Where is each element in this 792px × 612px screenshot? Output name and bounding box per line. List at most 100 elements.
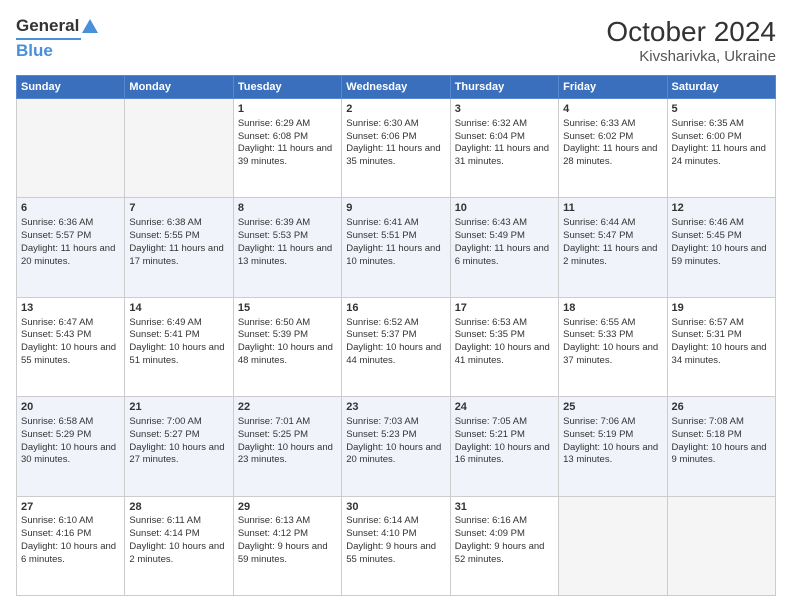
calendar-cell: 6Sunrise: 6:36 AMSunset: 5:57 PMDaylight… [17, 198, 125, 297]
daylight-text: Daylight: 10 hours and 20 minutes. [346, 442, 445, 468]
sunset-text: Sunset: 5:51 PM [346, 230, 445, 243]
calendar-cell: 29Sunrise: 6:13 AMSunset: 4:12 PMDayligh… [233, 496, 341, 595]
sunrise-text: Sunrise: 6:58 AM [21, 416, 120, 429]
header-friday: Friday [559, 76, 667, 99]
calendar-cell: 14Sunrise: 6:49 AMSunset: 5:41 PMDayligh… [125, 297, 233, 396]
sunset-text: Sunset: 5:57 PM [21, 230, 120, 243]
location-subtitle: Kivsharivka, Ukraine [606, 48, 776, 65]
daylight-text: Daylight: 11 hours and 2 minutes. [563, 243, 662, 269]
sunrise-text: Sunrise: 6:47 AM [21, 317, 120, 330]
title-block: October 2024 Kivsharivka, Ukraine [606, 16, 776, 65]
sunset-text: Sunset: 5:49 PM [455, 230, 554, 243]
calendar-cell [17, 99, 125, 198]
calendar-cell [125, 99, 233, 198]
sunset-text: Sunset: 5:27 PM [129, 429, 228, 442]
sunset-text: Sunset: 5:25 PM [238, 429, 337, 442]
daylight-text: Daylight: 9 hours and 52 minutes. [455, 541, 554, 567]
day-number: 22 [238, 400, 337, 415]
day-number: 3 [455, 102, 554, 117]
daylight-text: Daylight: 10 hours and 34 minutes. [672, 342, 771, 368]
day-number: 9 [346, 201, 445, 216]
sunset-text: Sunset: 5:47 PM [563, 230, 662, 243]
calendar-cell: 15Sunrise: 6:50 AMSunset: 5:39 PMDayligh… [233, 297, 341, 396]
sunset-text: Sunset: 6:00 PM [672, 131, 771, 144]
sunrise-text: Sunrise: 6:35 AM [672, 118, 771, 131]
header-saturday: Saturday [667, 76, 775, 99]
calendar-cell: 1Sunrise: 6:29 AMSunset: 6:08 PMDaylight… [233, 99, 341, 198]
calendar-week-row: 20Sunrise: 6:58 AMSunset: 5:29 PMDayligh… [17, 397, 776, 496]
calendar-cell: 9Sunrise: 6:41 AMSunset: 5:51 PMDaylight… [342, 198, 450, 297]
day-number: 21 [129, 400, 228, 415]
sunset-text: Sunset: 5:35 PM [455, 329, 554, 342]
calendar-cell: 24Sunrise: 7:05 AMSunset: 5:21 PMDayligh… [450, 397, 558, 496]
calendar-cell: 7Sunrise: 6:38 AMSunset: 5:55 PMDaylight… [125, 198, 233, 297]
day-number: 23 [346, 400, 445, 415]
day-number: 12 [672, 201, 771, 216]
logo: General Blue [16, 16, 98, 61]
daylight-text: Daylight: 10 hours and 27 minutes. [129, 442, 228, 468]
day-number: 26 [672, 400, 771, 415]
daylight-text: Daylight: 10 hours and 30 minutes. [21, 442, 120, 468]
calendar-week-row: 1Sunrise: 6:29 AMSunset: 6:08 PMDaylight… [17, 99, 776, 198]
sunset-text: Sunset: 4:12 PM [238, 528, 337, 541]
sunset-text: Sunset: 5:45 PM [672, 230, 771, 243]
sunrise-text: Sunrise: 7:08 AM [672, 416, 771, 429]
sunrise-text: Sunrise: 6:38 AM [129, 217, 228, 230]
day-number: 15 [238, 301, 337, 316]
sunset-text: Sunset: 6:02 PM [563, 131, 662, 144]
sunrise-text: Sunrise: 6:41 AM [346, 217, 445, 230]
day-number: 11 [563, 201, 662, 216]
calendar-cell: 2Sunrise: 6:30 AMSunset: 6:06 PMDaylight… [342, 99, 450, 198]
calendar-cell: 12Sunrise: 6:46 AMSunset: 5:45 PMDayligh… [667, 198, 775, 297]
calendar-cell: 4Sunrise: 6:33 AMSunset: 6:02 PMDaylight… [559, 99, 667, 198]
daylight-text: Daylight: 10 hours and 51 minutes. [129, 342, 228, 368]
logo-general-text: General [16, 16, 79, 36]
daylight-text: Daylight: 10 hours and 59 minutes. [672, 243, 771, 269]
day-number: 25 [563, 400, 662, 415]
sunrise-text: Sunrise: 6:36 AM [21, 217, 120, 230]
calendar-cell: 8Sunrise: 6:39 AMSunset: 5:53 PMDaylight… [233, 198, 341, 297]
daylight-text: Daylight: 11 hours and 17 minutes. [129, 243, 228, 269]
sunrise-text: Sunrise: 6:13 AM [238, 515, 337, 528]
calendar-cell: 3Sunrise: 6:32 AMSunset: 6:04 PMDaylight… [450, 99, 558, 198]
daylight-text: Daylight: 11 hours and 6 minutes. [455, 243, 554, 269]
sunset-text: Sunset: 6:06 PM [346, 131, 445, 144]
logo-triangle-icon [82, 19, 98, 33]
day-number: 31 [455, 500, 554, 515]
day-number: 14 [129, 301, 228, 316]
sunset-text: Sunset: 5:23 PM [346, 429, 445, 442]
calendar-week-row: 27Sunrise: 6:10 AMSunset: 4:16 PMDayligh… [17, 496, 776, 595]
sunset-text: Sunset: 5:18 PM [672, 429, 771, 442]
day-number: 24 [455, 400, 554, 415]
daylight-text: Daylight: 10 hours and 41 minutes. [455, 342, 554, 368]
day-number: 28 [129, 500, 228, 515]
sunrise-text: Sunrise: 6:29 AM [238, 118, 337, 131]
calendar-cell: 11Sunrise: 6:44 AMSunset: 5:47 PMDayligh… [559, 198, 667, 297]
calendar-cell: 13Sunrise: 6:47 AMSunset: 5:43 PMDayligh… [17, 297, 125, 396]
sunset-text: Sunset: 5:33 PM [563, 329, 662, 342]
calendar-cell: 19Sunrise: 6:57 AMSunset: 5:31 PMDayligh… [667, 297, 775, 396]
daylight-text: Daylight: 10 hours and 37 minutes. [563, 342, 662, 368]
sunset-text: Sunset: 5:37 PM [346, 329, 445, 342]
sunrise-text: Sunrise: 6:49 AM [129, 317, 228, 330]
daylight-text: Daylight: 11 hours and 24 minutes. [672, 143, 771, 169]
sunset-text: Sunset: 6:08 PM [238, 131, 337, 144]
sunrise-text: Sunrise: 6:44 AM [563, 217, 662, 230]
header: General Blue October 2024 Kivsharivka, U… [16, 16, 776, 65]
daylight-text: Daylight: 10 hours and 48 minutes. [238, 342, 337, 368]
day-number: 2 [346, 102, 445, 117]
day-number: 16 [346, 301, 445, 316]
sunset-text: Sunset: 5:43 PM [21, 329, 120, 342]
day-number: 6 [21, 201, 120, 216]
calendar-cell: 23Sunrise: 7:03 AMSunset: 5:23 PMDayligh… [342, 397, 450, 496]
sunset-text: Sunset: 5:19 PM [563, 429, 662, 442]
sunrise-text: Sunrise: 6:46 AM [672, 217, 771, 230]
calendar-cell: 5Sunrise: 6:35 AMSunset: 6:00 PMDaylight… [667, 99, 775, 198]
sunrise-text: Sunrise: 7:05 AM [455, 416, 554, 429]
day-number: 5 [672, 102, 771, 117]
header-monday: Monday [125, 76, 233, 99]
header-thursday: Thursday [450, 76, 558, 99]
sunrise-text: Sunrise: 6:50 AM [238, 317, 337, 330]
sunset-text: Sunset: 4:10 PM [346, 528, 445, 541]
calendar-cell: 30Sunrise: 6:14 AMSunset: 4:10 PMDayligh… [342, 496, 450, 595]
